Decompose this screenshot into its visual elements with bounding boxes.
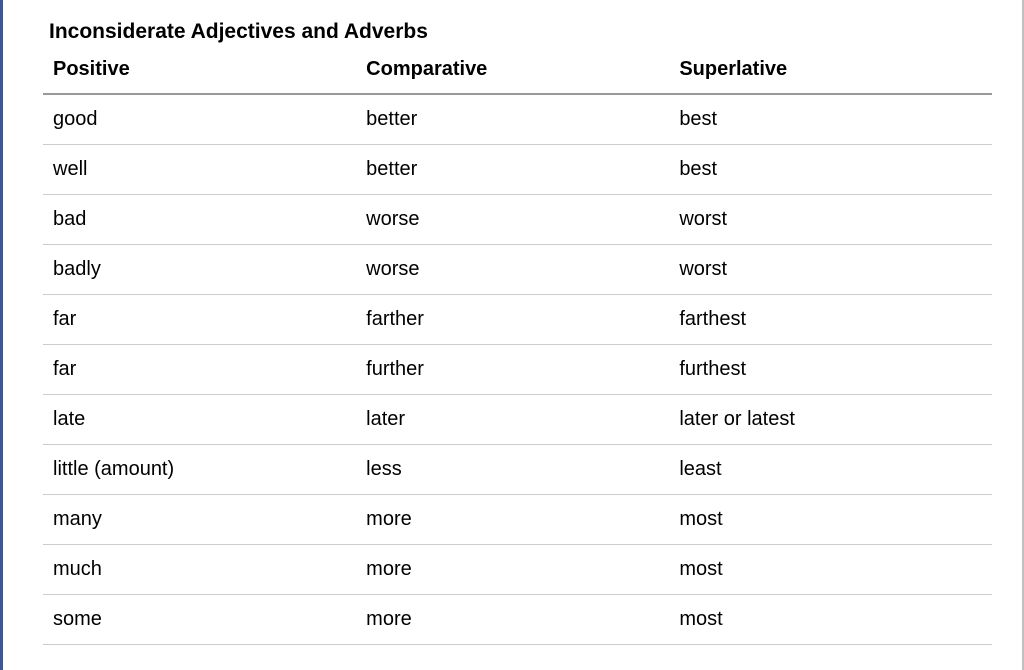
cell-positive: much [43,545,356,595]
cell-positive: many [43,495,356,545]
table-row: badlyworseworst [43,245,992,295]
cell-superlative: best [669,94,992,145]
cell-superlative: least [669,445,992,495]
cell-comparative: more [356,495,669,545]
table-row: little (amount)lessleast [43,445,992,495]
cell-superlative: worst [669,245,992,295]
cell-superlative: farthest [669,295,992,345]
cell-positive: late [43,395,356,445]
cell-comparative: later [356,395,669,445]
table-row: somemoremost [43,595,992,645]
cell-comparative: further [356,345,669,395]
cell-comparative: less [356,445,669,495]
cell-positive: bad [43,195,356,245]
table-row: badworseworst [43,195,992,245]
table-header-row: Positive Comparative Superlative [43,50,992,94]
cell-positive: some [43,595,356,645]
table-row: farfartherfarthest [43,295,992,345]
cell-positive: well [43,145,356,195]
adjectives-table: Positive Comparative Superlative goodbet… [43,50,992,645]
cell-comparative: farther [356,295,669,345]
cell-comparative: better [356,145,669,195]
cell-positive: far [43,295,356,345]
table-row: wellbetterbest [43,145,992,195]
cell-positive: little (amount) [43,445,356,495]
content-container: Inconsiderate Adjectives and Adverbs Pos… [0,0,1024,670]
table-title: Inconsiderate Adjectives and Adverbs [43,20,992,44]
table-row: muchmoremost [43,545,992,595]
cell-positive: badly [43,245,356,295]
cell-superlative: later or latest [669,395,992,445]
cell-positive: far [43,345,356,395]
cell-comparative: worse [356,195,669,245]
cell-superlative: furthest [669,345,992,395]
cell-comparative: more [356,545,669,595]
cell-superlative: most [669,595,992,645]
header-comparative: Comparative [356,50,669,94]
cell-superlative: worst [669,195,992,245]
table-row: manymoremost [43,495,992,545]
cell-comparative: worse [356,245,669,295]
table-row: farfurtherfurthest [43,345,992,395]
cell-comparative: better [356,94,669,145]
cell-superlative: best [669,145,992,195]
table-row: goodbetterbest [43,94,992,145]
cell-superlative: most [669,495,992,545]
cell-comparative: more [356,595,669,645]
cell-positive: good [43,94,356,145]
header-superlative: Superlative [669,50,992,94]
cell-superlative: most [669,545,992,595]
table-row: latelaterlater or latest [43,395,992,445]
header-positive: Positive [43,50,356,94]
